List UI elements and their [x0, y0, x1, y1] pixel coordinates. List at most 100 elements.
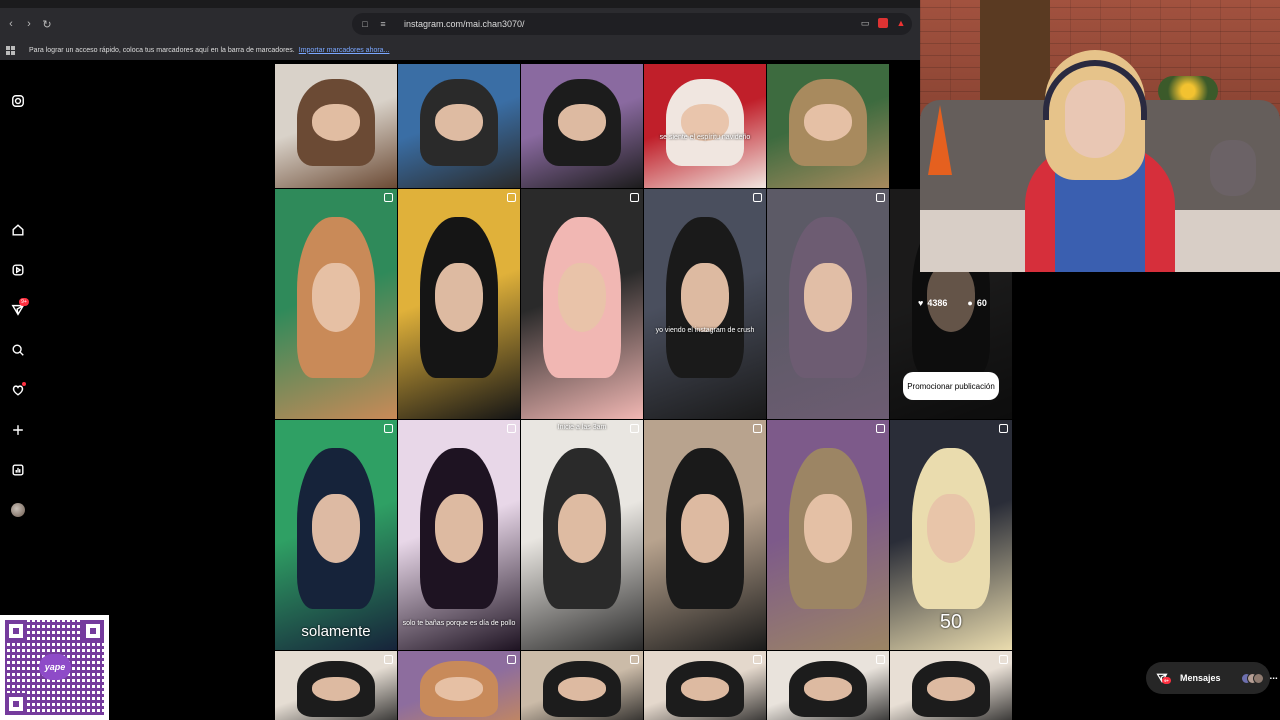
reel-indicator-icon — [384, 424, 393, 433]
profile-avatar[interactable] — [10, 502, 26, 518]
yape-logo: yape — [39, 654, 71, 680]
reel-indicator-icon — [876, 424, 885, 433]
back-icon[interactable]: ‹ — [4, 17, 18, 31]
reel-indicator-icon — [876, 193, 885, 202]
post-thumbnail[interactable] — [521, 651, 643, 720]
notifications-heart-icon[interactable] — [10, 382, 26, 398]
face-shape — [311, 676, 361, 701]
cast-icon[interactable]: ▭ — [860, 18, 870, 28]
qr-finder — [5, 620, 27, 642]
face-shape — [926, 493, 976, 563]
url-text[interactable]: instagram.com/mai.chan3070/ — [404, 19, 525, 29]
likes-stat: ♥ 4386 — [918, 298, 947, 308]
reel-indicator-icon — [507, 424, 516, 433]
post-thumbnail[interactable] — [767, 420, 889, 650]
post-thumbnail[interactable] — [398, 189, 520, 419]
post-thumbnail[interactable] — [398, 651, 520, 720]
reel-indicator-icon — [876, 655, 885, 664]
reel-indicator-icon — [630, 193, 639, 202]
address-bar-actions: ▭ ▲ — [860, 18, 906, 28]
qr-finder — [82, 620, 104, 642]
bookmarks-bar: Para lograr un acceso rápido, coloca tus… — [0, 40, 920, 60]
post-thumbnail[interactable]: Inicie a las 3am — [521, 420, 643, 650]
face-shape — [311, 103, 361, 141]
streamer — [1025, 50, 1175, 272]
comments-count: 60 — [976, 298, 987, 308]
post-thumbnail[interactable] — [644, 651, 766, 720]
post-thumbnail[interactable] — [767, 189, 889, 419]
post-caption: solo te bañas porque es día de pollo — [402, 620, 516, 627]
post-thumbnail[interactable]: solo te bañas porque es día de pollo — [398, 420, 520, 650]
comments-stat: ● 60 — [967, 298, 986, 308]
import-bookmarks-link[interactable]: Importar marcadores ahora... — [299, 47, 390, 54]
search-icon[interactable] — [10, 342, 26, 358]
avatar — [1252, 672, 1264, 684]
dashboard-icon[interactable] — [10, 462, 26, 478]
post-caption: se siente el espíritu navideño — [659, 134, 751, 141]
post-thumbnail[interactable] — [767, 64, 889, 188]
reels-icon[interactable] — [10, 262, 26, 278]
bookmarks-hint: Para lograr un acceso rápido, coloca tus… — [29, 46, 295, 54]
post-caption: Inicie a las 3am — [557, 424, 607, 431]
post-caption: solamente — [301, 623, 371, 640]
webcam-overlay — [920, 0, 1280, 272]
home-icon[interactable] — [10, 222, 26, 238]
face-shape — [557, 103, 607, 141]
create-plus-icon[interactable] — [10, 422, 26, 438]
post-thumbnail[interactable] — [767, 651, 889, 720]
reel-indicator-icon — [753, 655, 762, 664]
post-thumbnail[interactable] — [890, 651, 1012, 720]
face-shape — [803, 103, 853, 141]
post-thumbnail[interactable] — [521, 189, 643, 419]
face-shape — [434, 493, 484, 563]
post-thumbnail[interactable] — [521, 64, 643, 188]
apps-grid-icon[interactable] — [6, 45, 15, 55]
address-bar[interactable]: □ ≡ instagram.com/mai.chan3070/ ▭ ▲ — [352, 13, 912, 35]
messages-button[interactable]: 9+ Mensajes ⋯ — [1146, 662, 1278, 694]
reel-indicator-icon — [999, 655, 1008, 664]
messages-icon[interactable]: 9+ — [10, 298, 29, 318]
face-shape — [434, 103, 484, 141]
post-thumbnail[interactable] — [275, 64, 397, 188]
reel-indicator-icon — [753, 424, 762, 433]
qr-finder — [5, 693, 27, 715]
brave-shield-icon[interactable] — [878, 18, 888, 28]
yape-qr-code: yape — [0, 615, 109, 720]
browser-toolbar: ‹ › ↻ □ ≡ instagram.com/mai.chan3070/ ▭ … — [0, 8, 920, 40]
reload-icon[interactable]: ↻ — [40, 17, 54, 31]
face-shape — [311, 493, 361, 563]
reel-indicator-icon — [384, 193, 393, 202]
forward-icon[interactable]: › — [22, 17, 36, 31]
rewards-triangle-icon[interactable]: ▲ — [896, 18, 906, 28]
messages-label: Mensajes — [1180, 673, 1221, 683]
face-shape — [434, 262, 484, 332]
face-shape — [680, 262, 730, 332]
post-stats: ♥ 4386 ● 60 — [918, 298, 987, 308]
post-thumbnail[interactable]: yo viendo el instagram de crush — [644, 189, 766, 419]
post-thumbnail[interactable] — [644, 420, 766, 650]
site-info-icon[interactable]: ≡ — [378, 19, 388, 29]
traffic-cone — [928, 105, 952, 175]
face-shape — [434, 676, 484, 701]
post-thumbnail[interactable]: se siente el espíritu navideño — [644, 64, 766, 188]
browser-tab-strip — [0, 0, 920, 8]
bookmark-star-icon[interactable]: □ — [360, 19, 370, 29]
face-shape — [311, 262, 361, 332]
face-shape — [557, 676, 607, 701]
instagram-sidebar: 9+ — [0, 60, 36, 620]
face-shape — [803, 493, 853, 563]
promote-post-button[interactable]: Promocionar publicación — [903, 372, 999, 400]
qr-pattern: yape — [5, 620, 104, 715]
post-thumbnail[interactable] — [275, 651, 397, 720]
messages-badge: 9+ — [1162, 677, 1171, 684]
face-shape — [680, 493, 730, 563]
plush-toy — [1210, 140, 1256, 196]
post-thumbnail[interactable] — [275, 189, 397, 419]
reel-indicator-icon — [999, 424, 1008, 433]
post-thumbnail[interactable] — [398, 64, 520, 188]
post-thumbnail[interactable]: solamente — [275, 420, 397, 650]
post-thumbnail[interactable]: 50 — [890, 420, 1012, 650]
instagram-logo-icon[interactable] — [10, 93, 26, 109]
notifications-dot — [22, 382, 26, 386]
reel-indicator-icon — [384, 655, 393, 664]
